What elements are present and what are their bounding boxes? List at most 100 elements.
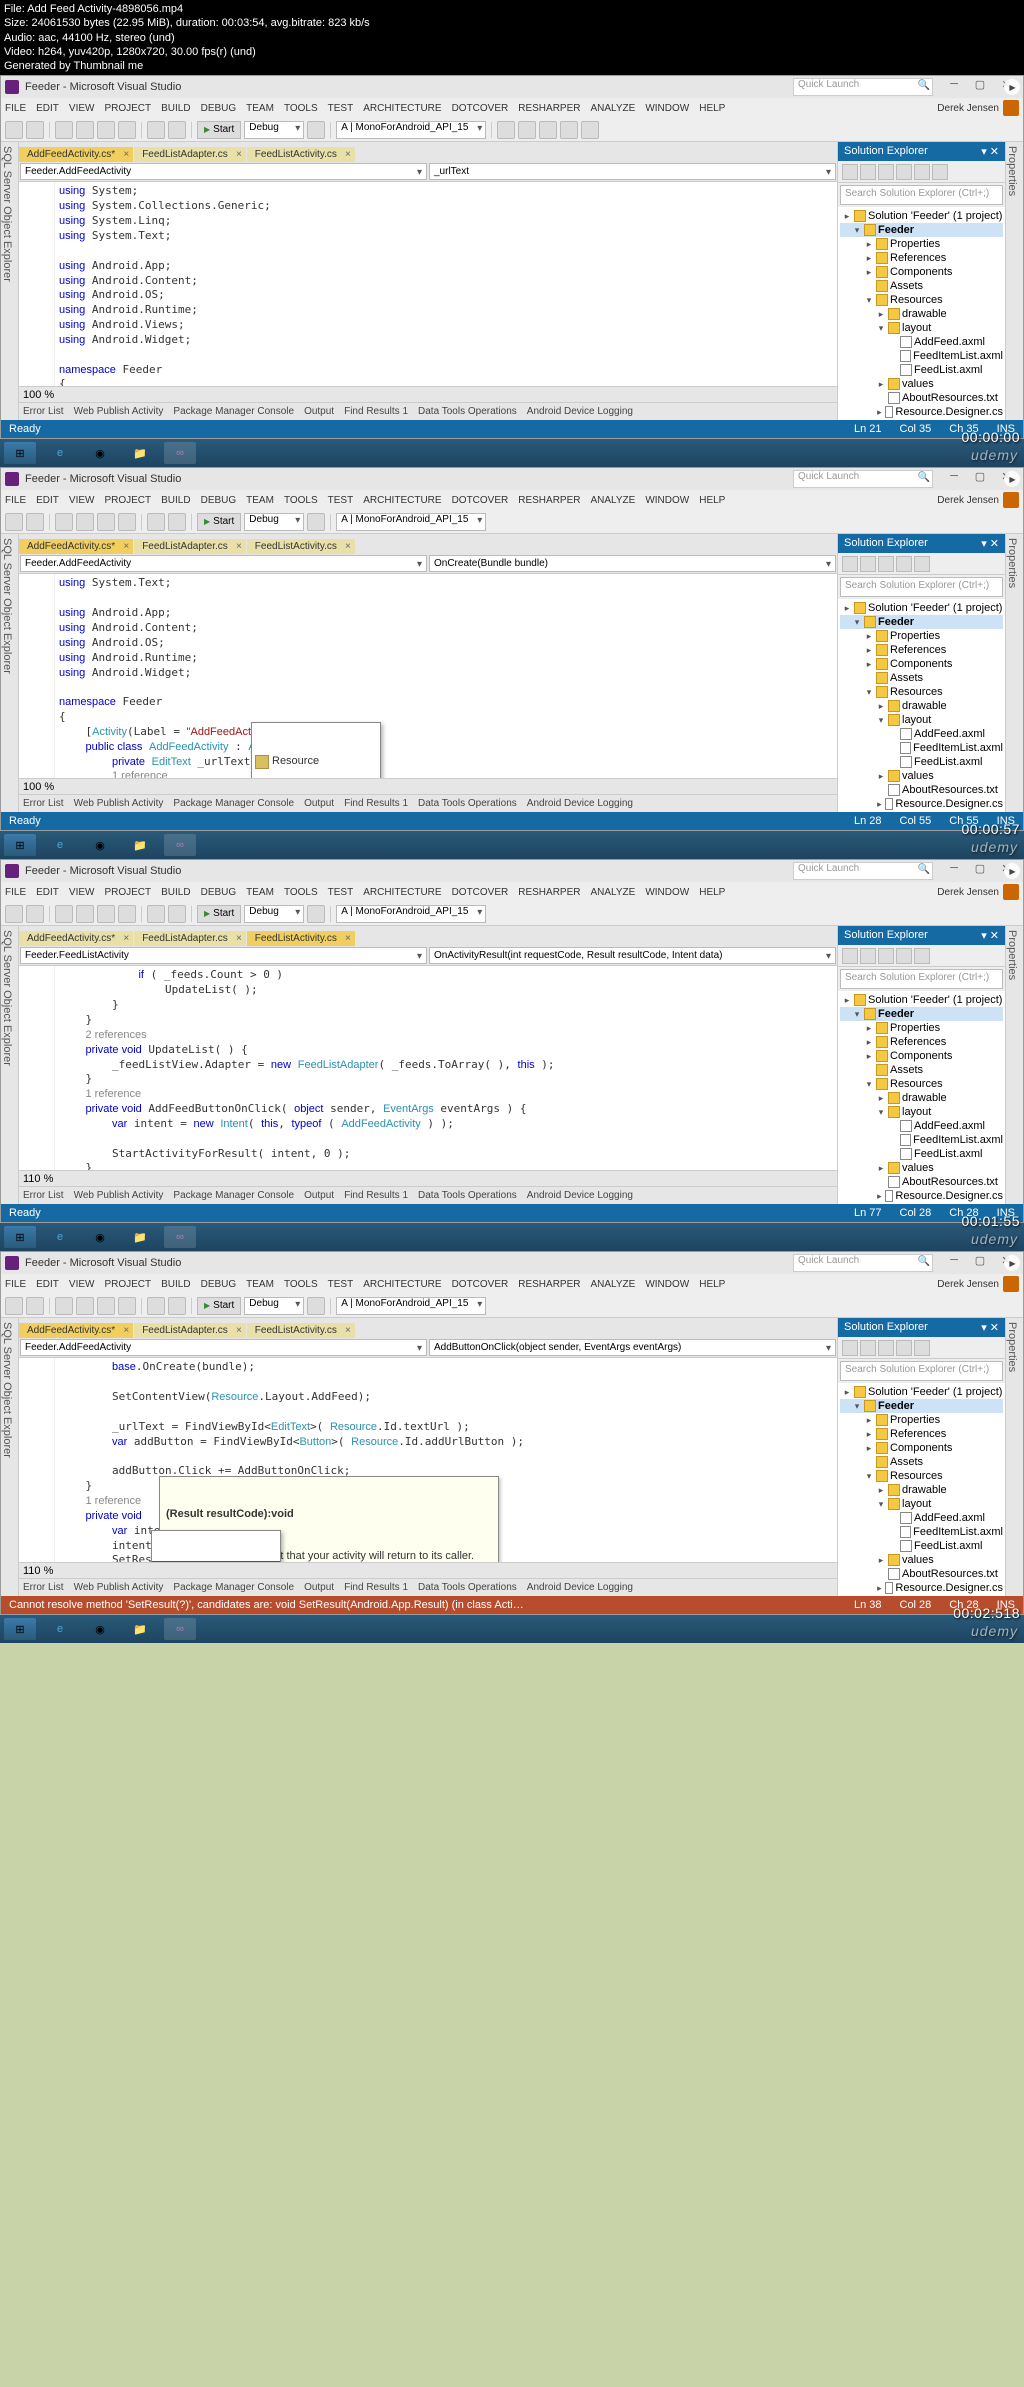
home-icon[interactable]	[842, 164, 858, 180]
menu-dotcover[interactable]: DOTCOVER	[452, 103, 509, 114]
menu-team[interactable]: TEAM	[246, 103, 274, 114]
tab-addfeedactivity[interactable]: AddFeedActivity.cs*	[19, 147, 133, 162]
start-button[interactable]: ⊞	[4, 442, 36, 464]
solexp-search[interactable]: Search Solution Explorer (Ctrl+;)	[840, 185, 1003, 205]
windows-taskbar: ⊞ e ◉ 📁 ∞ udemy	[0, 439, 1024, 467]
nav-fwd-button[interactable]	[26, 121, 44, 139]
editor-gutter	[19, 182, 55, 386]
video-metadata: File: Add Feed Activity-4898056.mp4 Size…	[0, 0, 1024, 75]
sync-icon[interactable]	[878, 164, 894, 180]
chrome-icon[interactable]: ◉	[84, 442, 116, 464]
thumbnail-frame-3: Feeder - Microsoft Visual StudioQuick La…	[0, 859, 1024, 1251]
showall-icon[interactable]	[896, 164, 912, 180]
tab-datatools[interactable]: Data Tools Operations	[418, 406, 517, 417]
tb-extra-1[interactable]	[497, 121, 515, 139]
solexp-toolbar	[838, 161, 1005, 183]
intellisense-popup[interactable]: Result ResultReceiver Result.Canceled Re…	[151, 1530, 281, 1562]
start-debug-button[interactable]: Start	[197, 121, 241, 139]
left-tool-tabs[interactable]: SQL Server Object Explorer Toolbox	[1, 142, 19, 420]
menu-tools[interactable]: TOOLS	[284, 103, 318, 114]
status-bar: Ready Ln 21 Col 35 Ch 35 INS	[1, 420, 1023, 438]
timestamp: 00:00:00	[962, 429, 1021, 445]
menu-window[interactable]: WINDOW	[645, 103, 689, 114]
menu-build[interactable]: BUILD	[161, 103, 190, 114]
code-editor[interactable]: using System.Text; using Android.App; us…	[55, 574, 837, 778]
save-button[interactable]	[97, 121, 115, 139]
thumbnail-frame-4: Feeder - Microsoft Visual StudioQuick La…	[0, 1251, 1024, 1643]
menu-edit[interactable]: EDIT	[36, 103, 59, 114]
thumbnail-frame-1: Feeder - Microsoft Visual Studio Quick L…	[0, 75, 1024, 467]
sql-explorer-tab[interactable]: SQL Server Object Explorer	[1, 146, 13, 416]
tab-findresults[interactable]: Find Results 1	[344, 406, 408, 417]
tab-errorlist[interactable]: Error List	[23, 406, 64, 417]
user-badge[interactable]: Derek Jensen	[937, 100, 1019, 116]
props-icon[interactable]	[914, 164, 930, 180]
code-editor[interactable]: base.OnCreate(bundle); SetContentView(Re…	[55, 1358, 837, 1562]
intellisense-item[interactable]: Resource	[252, 753, 380, 770]
new-project-button[interactable]	[55, 121, 73, 139]
menu-test[interactable]: TEST	[328, 103, 354, 114]
vs-taskbar-icon[interactable]: ∞	[164, 442, 196, 464]
window-title: Feeder - Microsoft Visual Studio	[25, 81, 181, 93]
platform-button[interactable]	[307, 121, 325, 139]
udemy-watermark: udemy	[971, 447, 1018, 463]
right-tool-tabs[interactable]: Properties	[1005, 142, 1023, 420]
explorer-icon[interactable]: 📁	[124, 442, 156, 464]
open-button[interactable]	[76, 121, 94, 139]
menu-project[interactable]: PROJECT	[104, 103, 151, 114]
status-ready: Ready	[9, 423, 41, 435]
maximize-button[interactable]: ▢	[967, 78, 993, 96]
tb-extra-3[interactable]	[539, 121, 557, 139]
tab-feedlistadapter[interactable]: FeedListAdapter.cs	[134, 147, 246, 162]
preview-icon[interactable]	[932, 164, 948, 180]
zoom-bar: 100 %	[19, 386, 837, 402]
tab-androidlog[interactable]: Android Device Logging	[527, 406, 633, 417]
menu-bar: FILE EDIT VIEW PROJECT BUILD DEBUG TEAM …	[1, 98, 1023, 118]
tab-webpublish[interactable]: Web Publish Activity	[74, 406, 164, 417]
document-tabs: AddFeedActivity.cs* FeedListAdapter.cs F…	[19, 142, 837, 162]
menu-view[interactable]: VIEW	[69, 103, 95, 114]
thumbnail-frame-2: Feeder - Microsoft Visual StudioQuick La…	[0, 467, 1024, 859]
menu-debug[interactable]: DEBUG	[201, 103, 237, 114]
tab-output[interactable]: Output	[304, 406, 334, 417]
code-editor[interactable]: using System; using System.Collections.G…	[55, 182, 837, 386]
intellisense-popup[interactable]: Resource ResourceCursorAdapter ResourceC…	[251, 722, 381, 778]
status-bar-error: Cannot resolve method 'SetResult(?)', ca…	[1, 1596, 1023, 1614]
code-editor[interactable]: if ( _feeds.Count > 0 ) UpdateList( ); }…	[55, 966, 837, 1170]
menu-resharper[interactable]: RESHARPER	[518, 103, 580, 114]
main-toolbar: Start Debug A | MonoForAndroid_API_15	[1, 118, 1023, 142]
solexp-pin-icon[interactable]: ▾ ✕	[981, 145, 999, 158]
solexp-tree[interactable]: ▸Solution 'Feeder' (1 project) ▾Feeder ▸…	[838, 207, 1005, 420]
save-all-button[interactable]	[118, 121, 136, 139]
undo-button[interactable]	[147, 121, 165, 139]
output-tabs: Error List Web Publish Activity Package …	[19, 402, 837, 420]
tab-pmc[interactable]: Package Manager Console	[173, 406, 294, 417]
config-select[interactable]: Debug	[244, 121, 304, 139]
minimize-button[interactable]: ─	[941, 78, 967, 96]
ie-icon[interactable]: e	[44, 442, 76, 464]
tab-feedlistactivity[interactable]: FeedListActivity.cs	[247, 147, 355, 162]
avatar	[1003, 100, 1019, 116]
tb-extra-5[interactable]	[581, 121, 599, 139]
menu-file[interactable]: FILE	[5, 103, 26, 114]
redo-button[interactable]	[168, 121, 186, 139]
nav-back-button[interactable]	[5, 121, 23, 139]
solution-explorer: Solution Explorer ▾ ✕ Search Solution Exp…	[837, 142, 1005, 420]
tb-extra-2[interactable]	[518, 121, 536, 139]
nav-member-combo[interactable]: _urlText	[429, 163, 836, 180]
menu-architecture[interactable]: ARCHITECTURE	[363, 103, 441, 114]
vs-logo-icon	[5, 80, 19, 94]
refresh-icon[interactable]	[860, 164, 876, 180]
menu-analyze[interactable]: ANALYZE	[590, 103, 635, 114]
menu-help[interactable]: HELP	[699, 103, 725, 114]
device-select[interactable]: A | MonoForAndroid_API_15	[336, 121, 486, 139]
status-line: Ln 21	[854, 423, 882, 435]
zoom-value[interactable]: 100 %	[23, 389, 73, 401]
solexp-title: Solution Explorer	[844, 145, 928, 158]
status-col: Col 35	[900, 423, 932, 435]
quick-launch-input[interactable]: Quick Launch	[793, 78, 933, 96]
user-name: Derek Jensen	[937, 103, 999, 114]
title-bar: Feeder - Microsoft Visual Studio Quick L…	[1, 76, 1023, 98]
tb-extra-4[interactable]	[560, 121, 578, 139]
nav-class-combo[interactable]: Feeder.AddFeedActivity	[20, 163, 427, 180]
